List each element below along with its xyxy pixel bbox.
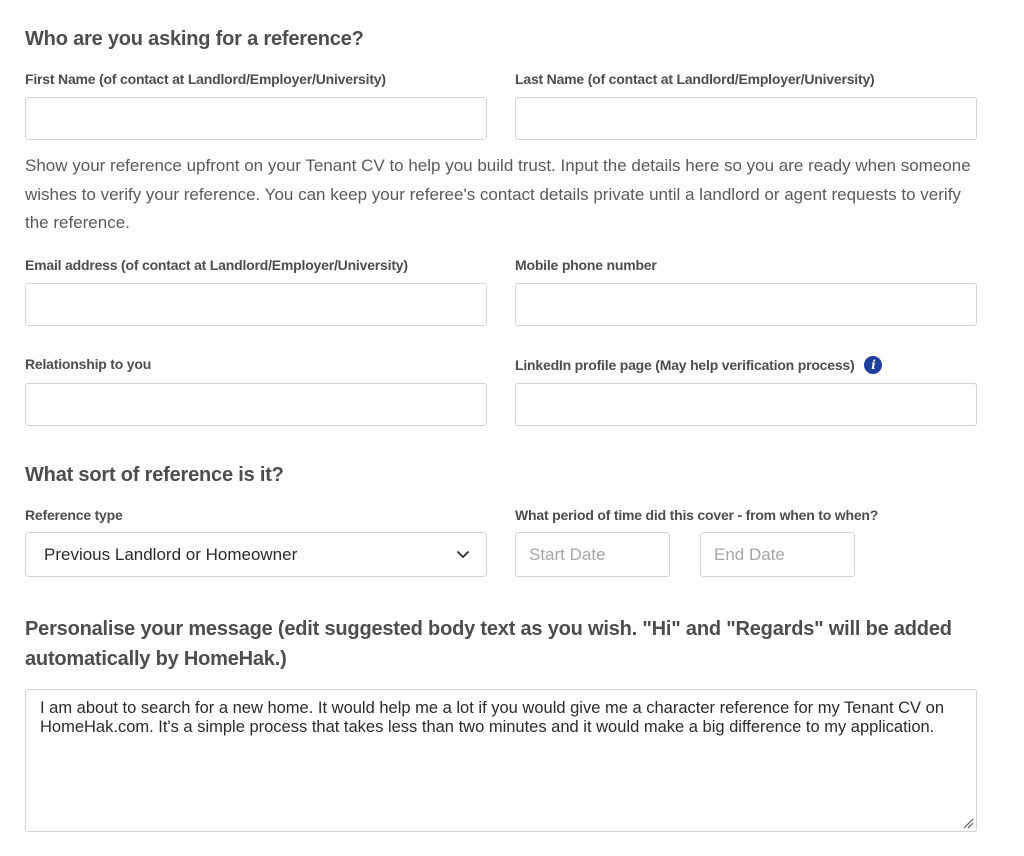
reference-type-select[interactable]: Previous Landlord or Homeowner [25,532,487,577]
type-section-heading: What sort of reference is it? [25,464,284,486]
reference-type-value: Previous Landlord or Homeowner [44,544,298,564]
linkedin-label: LinkedIn profile page (May help verifica… [515,357,855,373]
start-date-placeholder: Start Date [529,544,606,564]
message-body: I am about to search for a new home. It … [40,699,944,736]
period-label: What period of time did this cover - fro… [515,507,879,523]
first-name-label: First Name (of contact at Landlord/Emplo… [25,71,386,87]
start-date-input[interactable]: Start Date [515,532,670,577]
message-section-heading: Personalise your message (edit suggested… [25,618,952,670]
reference-form: Who are you asking for a reference? Firs… [0,0,1024,856]
email-label: Email address (of contact at Landlord/Em… [25,257,408,273]
resize-handle-icon[interactable] [962,817,974,829]
contact-section-heading: Who are you asking for a reference? [25,28,364,50]
relationship-input[interactable] [25,383,487,426]
reference-type-label: Reference type [25,507,123,523]
first-name-input[interactable] [25,97,487,140]
end-date-input[interactable]: End Date [700,532,855,577]
linkedin-input[interactable] [515,383,977,426]
end-date-placeholder: End Date [714,544,785,564]
last-name-input[interactable] [515,97,977,140]
phone-input[interactable] [515,283,977,326]
message-textarea[interactable]: I am about to search for a new home. It … [25,689,977,832]
reference-description: Show your reference upfront on your Tena… [25,156,971,232]
phone-label: Mobile phone number [515,257,657,273]
relationship-label: Relationship to you [25,356,152,372]
chevron-down-icon [456,550,470,559]
last-name-label: Last Name (of contact at Landlord/Employ… [515,71,875,87]
email-input[interactable] [25,283,487,326]
linkedin-label-row: LinkedIn profile page (May help verifica… [515,356,883,374]
info-icon[interactable]: i [864,356,883,374]
